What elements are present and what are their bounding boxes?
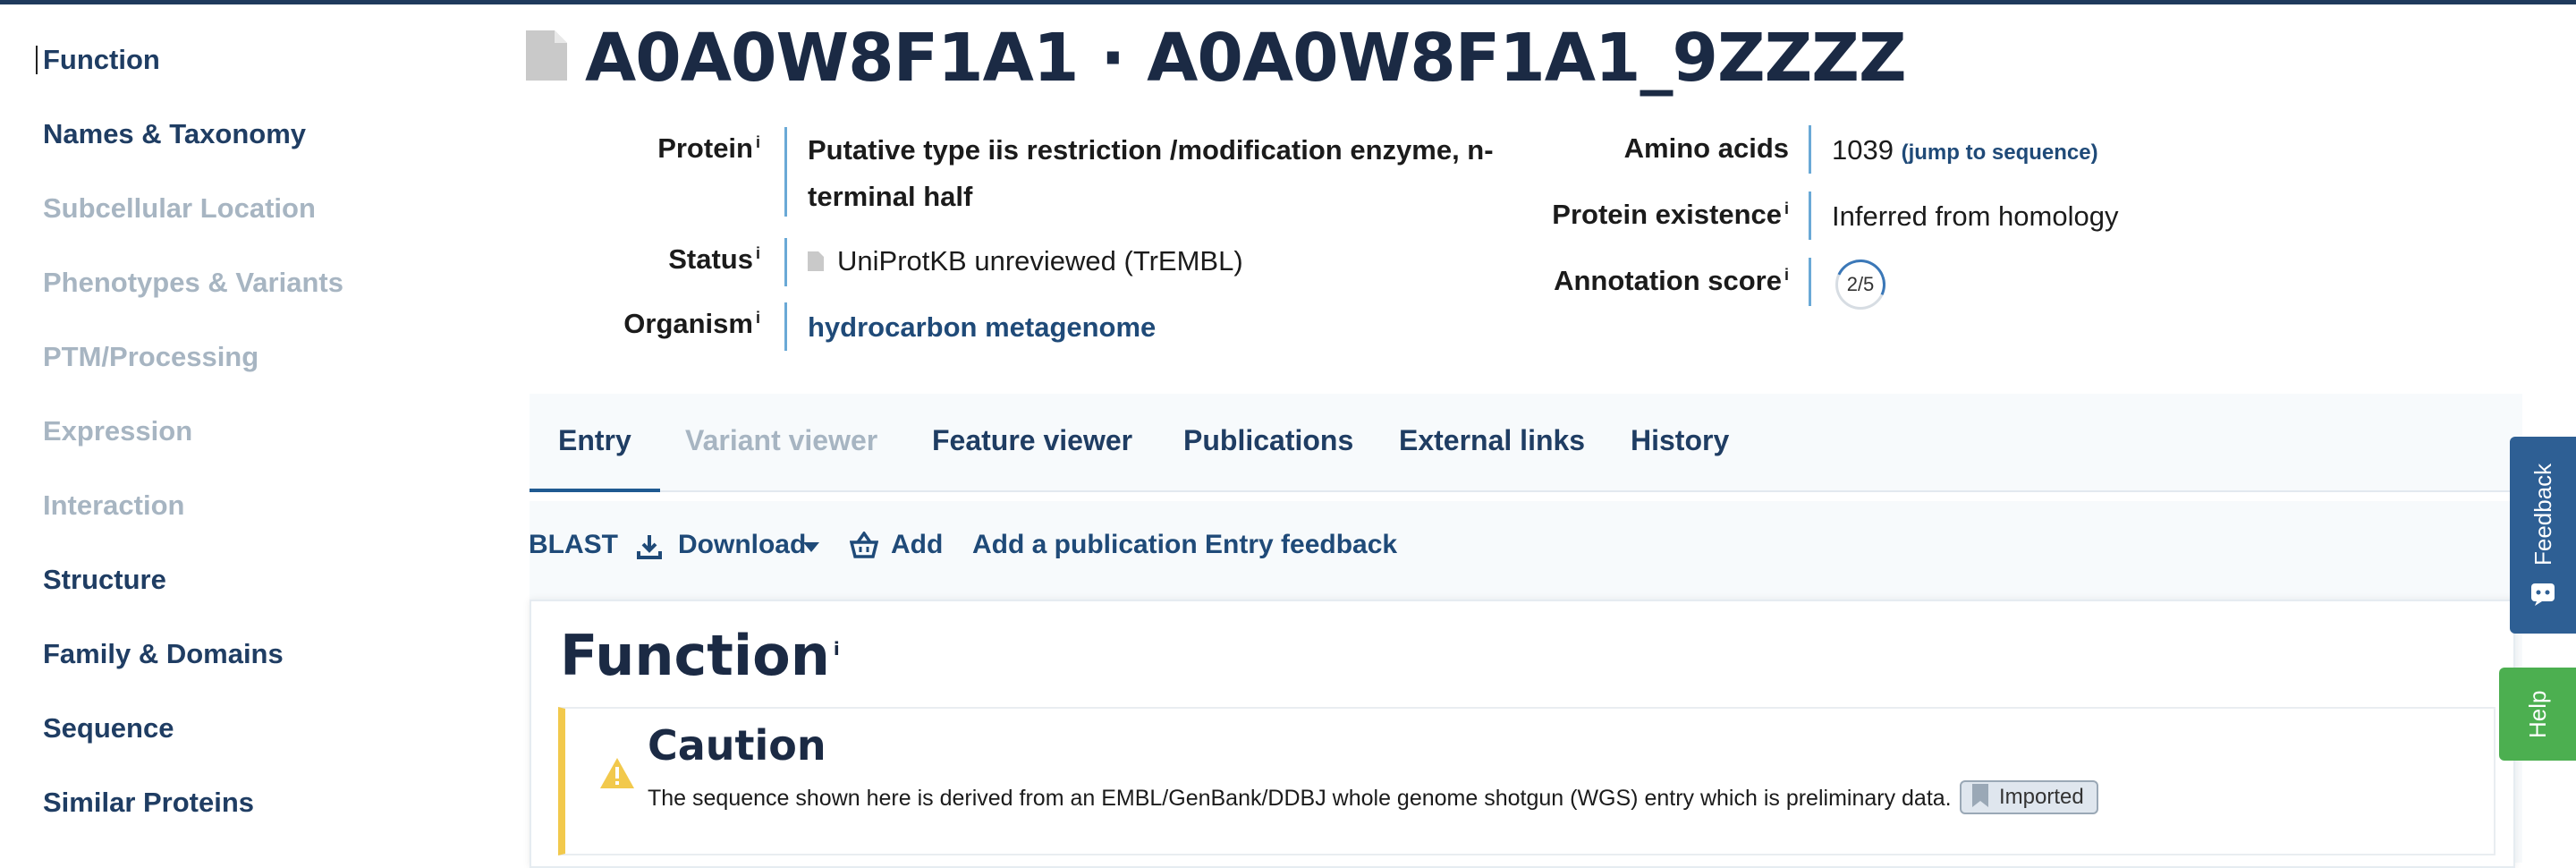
info-icon[interactable]: i [834, 638, 840, 660]
blast-button[interactable]: BLAST [529, 530, 618, 560]
info-icon[interactable]: i [756, 133, 760, 151]
divider [1809, 191, 1811, 240]
entry-feedback-button[interactable]: Entry feedback [1205, 530, 1397, 560]
organism-link[interactable]: hydrocarbon metagenome [808, 311, 1156, 344]
sidebar-item-similar-proteins[interactable]: Similar Proteins [43, 787, 254, 819]
tab-feature-viewer[interactable]: Feature viewer [932, 394, 1132, 492]
basket-icon [850, 532, 878, 558]
amino-acids-value: 1039 (jump to sequence) [1832, 134, 2098, 166]
divider [784, 127, 787, 217]
tab-history[interactable]: History [1631, 394, 1729, 492]
sidebar-item-expression[interactable]: Expression [43, 415, 192, 447]
sidebar-item-family-domains[interactable]: Family & Domains [43, 638, 284, 670]
sidebar-item-names-taxonomy[interactable]: Names & Taxonomy [43, 118, 306, 150]
jump-to-sequence-link[interactable]: (jump to sequence) [1902, 140, 2098, 165]
sidebar-item-phenotypes-variants[interactable]: Phenotypes & Variants [43, 267, 343, 299]
warning-icon [600, 758, 634, 788]
status-value: UniProtKB unreviewed (TrEMBL) [837, 245, 1243, 277]
add-button[interactable]: Add [891, 530, 943, 560]
page-title: A0A0W8F1A1 · A0A0W8F1A1_9ZZZZ [585, 20, 1907, 97]
sidebar-item-interaction[interactable]: Interaction [43, 489, 184, 522]
caution-box [558, 707, 2496, 855]
tab-external-links[interactable]: External links [1399, 394, 1585, 492]
divider [1809, 125, 1811, 174]
protein-existence-value: Inferred from homology [1832, 200, 2119, 232]
protein-name-line1: Putative type iis restriction /modificat… [808, 134, 1494, 166]
status-label: Status i [668, 243, 760, 275]
annotation-score-label: Annotation score i [1554, 265, 1789, 296]
chat-bubble-icon [2531, 583, 2555, 606]
protein-label: Protein i [657, 132, 760, 164]
chevron-down-icon [803, 542, 819, 552]
info-icon[interactable]: i [756, 244, 760, 262]
bookmark-icon [1972, 784, 1988, 807]
sidebar-item-sequence[interactable]: Sequence [43, 712, 174, 745]
sidebar-nav: Function Names & Taxonomy Subcellular Lo… [0, 4, 501, 863]
sidebar-item-function[interactable]: Function [36, 44, 160, 76]
imported-badge: Imported [1960, 780, 2098, 814]
info-icon[interactable]: i [1784, 266, 1789, 284]
sidebar-item-structure[interactable]: Structure [43, 564, 166, 596]
caution-text: The sequence shown here is derived from … [648, 786, 1952, 811]
divider [784, 238, 787, 286]
download-icon [637, 535, 662, 559]
unreviewed-document-icon [808, 251, 824, 271]
sidebar-item-subcellular-location[interactable]: Subcellular Location [43, 192, 316, 225]
protein-existence-label: Protein existence i [1552, 199, 1789, 230]
tab-publications[interactable]: Publications [1183, 394, 1353, 492]
amino-acids-label: Amino acids [1623, 132, 1789, 164]
divider [784, 302, 787, 351]
organism-label: Organism i [623, 308, 760, 339]
sidebar-item-ptm-processing[interactable]: PTM/Processing [43, 341, 258, 373]
download-button[interactable]: Download [678, 530, 806, 560]
divider [1809, 258, 1811, 306]
info-icon[interactable]: i [1784, 200, 1789, 217]
add-publication-button[interactable]: Add a publication [972, 530, 1198, 560]
help-label: Help [2524, 690, 2551, 738]
caution-title: Caution [648, 721, 826, 770]
info-icon[interactable]: i [756, 309, 760, 327]
tab-variant-viewer[interactable]: Variant viewer [685, 394, 877, 492]
document-icon [526, 30, 567, 81]
protein-name-line2: terminal half [808, 181, 973, 212]
annotation-score-badge: 2/5 [1835, 260, 1885, 310]
tab-bar: Entry Variant viewer Feature viewer Publ… [530, 394, 2522, 492]
feedback-label: Feedback [2529, 463, 2556, 566]
function-heading: Function i [560, 623, 840, 688]
tab-entry[interactable]: Entry [530, 394, 660, 492]
